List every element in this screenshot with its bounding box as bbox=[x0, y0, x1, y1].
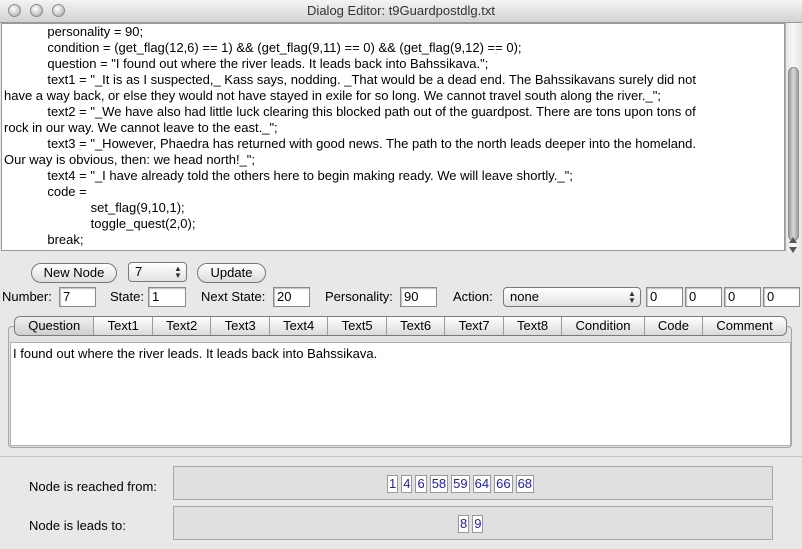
scrollbar-thumb[interactable] bbox=[788, 67, 799, 241]
stepper-arrows-icon[interactable]: ▲ ▼ bbox=[173, 265, 183, 280]
node-link[interactable]: 64 bbox=[472, 475, 492, 493]
chevron-updown-icon: ▲ ▼ bbox=[628, 289, 636, 305]
node-link[interactable]: 59 bbox=[451, 475, 470, 493]
tab-code[interactable]: Code bbox=[645, 317, 704, 335]
code-line: code = bbox=[4, 184, 87, 199]
code-line: text3 = "_However, Phaedra has returned … bbox=[4, 136, 697, 151]
state-field[interactable]: 1 bbox=[148, 287, 186, 307]
tab-bar: Question Text1 Text2 Text3 Text4 Text5 Text6 Te… bbox=[14, 316, 787, 336]
tab-text1[interactable]: Text1 bbox=[94, 317, 153, 335]
window-title: Dialog Editor: t9Guardpostdlg.txt bbox=[307, 3, 495, 18]
action-param-2-field[interactable]: 0 bbox=[685, 287, 722, 307]
update-button[interactable]: Update bbox=[197, 263, 266, 283]
code-scrollbar[interactable] bbox=[785, 23, 801, 253]
code-line: set_flag(9,10,1); bbox=[4, 200, 185, 215]
tab-content-text: I found out where the river leads. It le… bbox=[13, 346, 378, 361]
action-param-3-field[interactable]: 0 bbox=[724, 287, 761, 307]
action-param-1-field[interactable]: 0 bbox=[646, 287, 683, 307]
personality-label: Personality: bbox=[325, 289, 393, 304]
node-link[interactable]: 58 bbox=[429, 475, 449, 493]
state-label: State: bbox=[110, 289, 144, 304]
scroll-up-arrow-icon[interactable] bbox=[789, 237, 797, 243]
code-line: have a way back, or else they would not … bbox=[4, 88, 661, 103]
reached-from-panel: 1 4 6 58 59 64 66 68 bbox=[173, 466, 773, 500]
code-line: text4 = "_I have already told the others… bbox=[4, 168, 573, 183]
number-label: Number: bbox=[2, 289, 52, 304]
code-line: text2 = "_We have also had little luck c… bbox=[4, 104, 696, 119]
node-link[interactable]: 8 bbox=[458, 515, 470, 533]
code-line: break; bbox=[4, 232, 84, 247]
leads-to-links: 89 bbox=[458, 515, 484, 533]
node-link[interactable]: 9 bbox=[472, 515, 484, 533]
tab-question[interactable]: Question bbox=[15, 317, 95, 335]
node-selector[interactable]: 7 ▲ ▼ bbox=[128, 262, 187, 282]
title-bar: Dialog Editor: t9Guardpostdlg.txt bbox=[0, 0, 802, 23]
tab-comment[interactable]: Comment bbox=[703, 317, 786, 335]
zoom-window-button[interactable] bbox=[52, 4, 65, 17]
action-label: Action: bbox=[453, 289, 493, 304]
next-state-field[interactable]: 20 bbox=[273, 287, 310, 307]
node-link[interactable]: 68 bbox=[515, 475, 535, 493]
reached-from-links: 1 4 6 58 59 64 66 68 bbox=[387, 475, 535, 493]
action-param-4-field[interactable]: 0 bbox=[763, 287, 800, 307]
tab-text7[interactable]: Text7 bbox=[445, 317, 504, 335]
code-line: personality = 90; bbox=[4, 24, 144, 39]
divider bbox=[0, 456, 802, 457]
leads-to-panel: 89 bbox=[173, 506, 773, 540]
number-field[interactable]: 7 bbox=[59, 287, 96, 307]
node-link[interactable]: 6 bbox=[415, 475, 427, 493]
tab-text6[interactable]: Text6 bbox=[387, 317, 446, 335]
dialog-script-textarea[interactable]: personality = 90; condition = (get_flag(… bbox=[1, 23, 785, 251]
new-node-button[interactable]: New Node bbox=[31, 263, 117, 283]
node-link[interactable]: 4 bbox=[401, 475, 413, 493]
action-select[interactable]: none ▲ ▼ bbox=[503, 287, 641, 307]
code-line: toggle_quest(2,0); bbox=[4, 216, 196, 231]
tab-text8[interactable]: Text8 bbox=[504, 317, 563, 335]
personality-field[interactable]: 90 bbox=[400, 287, 437, 307]
code-line: condition = (get_flag(12,6) == 1) && (ge… bbox=[4, 40, 522, 55]
leads-to-label: Node is leads to: bbox=[29, 518, 126, 533]
close-window-button[interactable] bbox=[8, 4, 21, 17]
next-state-label: Next State: bbox=[201, 289, 266, 304]
node-selector-value: 7 bbox=[135, 264, 143, 279]
action-select-value: none bbox=[510, 289, 539, 304]
tab-text5[interactable]: Text5 bbox=[328, 317, 387, 335]
code-line: question = "I found out where the river … bbox=[4, 56, 489, 71]
node-link[interactable]: 1 bbox=[387, 475, 399, 493]
code-line: text1 = "_It is as I suspected,_ Kass sa… bbox=[4, 72, 696, 87]
tab-text3[interactable]: Text3 bbox=[211, 317, 270, 335]
tab-condition[interactable]: Condition bbox=[562, 317, 645, 335]
tab-text2[interactable]: Text2 bbox=[153, 317, 212, 335]
node-link[interactable]: 66 bbox=[494, 475, 513, 493]
code-line: rock in our way. We cannot leave to the … bbox=[4, 120, 278, 135]
reached-from-label: Node is reached from: bbox=[29, 479, 157, 494]
tab-content-textarea[interactable]: I found out where the river leads. It le… bbox=[10, 342, 791, 446]
code-line: Our way is obvious, then: we head north!… bbox=[4, 152, 256, 167]
tab-text4[interactable]: Text4 bbox=[270, 317, 329, 335]
minimize-window-button[interactable] bbox=[30, 4, 43, 17]
scroll-down-arrow-icon[interactable] bbox=[789, 247, 797, 253]
